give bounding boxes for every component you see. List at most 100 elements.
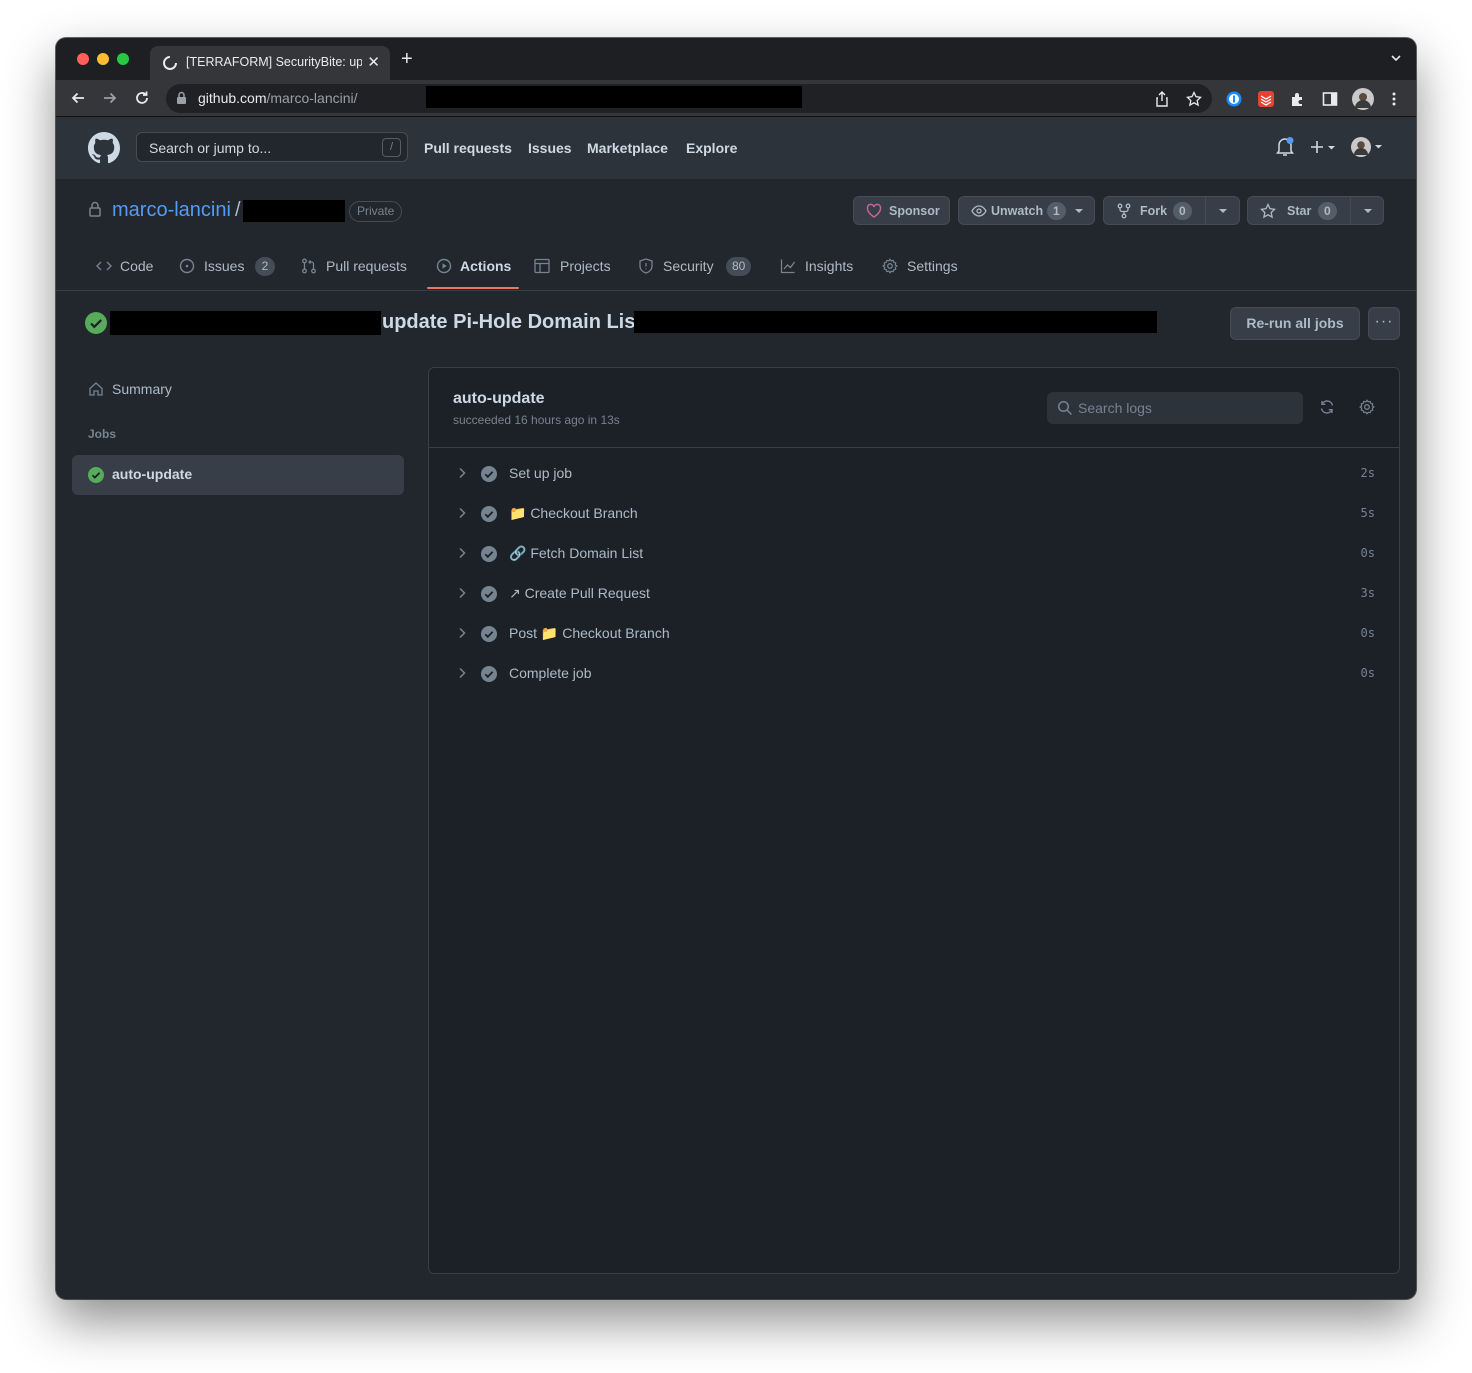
step-duration: 0s	[1360, 626, 1375, 640]
chevron-right-icon[interactable]	[457, 667, 467, 679]
back-arrow-icon[interactable]	[69, 89, 87, 107]
sidebar-item-summary[interactable]: Summary	[72, 374, 404, 406]
log-settings-gear-icon[interactable]	[1359, 399, 1375, 415]
nav-issues[interactable]: Issues	[528, 140, 572, 156]
maximize-window-button[interactable]	[117, 53, 129, 65]
tab-issues[interactable]: Issues 2	[179, 254, 279, 292]
share-icon[interactable]	[1155, 91, 1169, 107]
search-icon	[1057, 400, 1073, 416]
step-check-circle-icon	[481, 466, 497, 482]
fork-button-divider	[1205, 197, 1206, 224]
tab-security[interactable]: Security 80	[638, 254, 763, 292]
star-dropdown-caret-icon[interactable]	[1364, 209, 1372, 213]
sponsor-button[interactable]: Sponsor	[853, 196, 950, 225]
tab-issues-count: 2	[255, 257, 275, 276]
job-step-row[interactable]: ↗ Create Pull Request 3s	[429, 574, 1399, 614]
chevron-right-icon[interactable]	[457, 627, 467, 639]
password-manager-extension-icon[interactable]	[1226, 91, 1242, 107]
job-log-panel: auto-update succeeded 16 hours ago in 13…	[428, 367, 1400, 1274]
chevron-right-icon[interactable]	[457, 587, 467, 599]
issue-icon	[179, 258, 195, 274]
fork-dropdown-caret-icon[interactable]	[1219, 209, 1227, 213]
watch-count: 1	[1047, 202, 1066, 220]
global-search-input[interactable]: Search or jump to... /	[136, 132, 408, 162]
profile-avatar-icon[interactable]	[1352, 88, 1374, 110]
user-avatar-menu-icon[interactable]	[1350, 136, 1386, 158]
sidebar-item-job[interactable]: auto-update	[72, 455, 404, 495]
step-check-circle-icon	[481, 666, 497, 682]
notifications-bell-icon[interactable]	[1276, 137, 1294, 157]
tab-projects[interactable]: Projects	[534, 254, 624, 292]
browser-tab[interactable]: [TERRAFORM] SecurityBite: up ✕	[150, 46, 390, 80]
forward-arrow-icon[interactable]	[101, 89, 119, 107]
todo-extension-icon[interactable]	[1258, 91, 1274, 107]
github-logo-icon[interactable]	[88, 132, 120, 164]
star-button[interactable]: Star 0	[1247, 196, 1384, 225]
tab-settings[interactable]: Settings	[882, 254, 967, 292]
tab-pull-requests[interactable]: Pull requests	[301, 254, 421, 292]
star-button-divider	[1350, 197, 1351, 224]
rerun-all-jobs-button[interactable]: Re-run all jobs	[1230, 307, 1360, 340]
github-header: Search or jump to... / Pull requests Iss…	[56, 117, 1416, 179]
tab-search-chevron-icon[interactable]	[1390, 52, 1402, 64]
chevron-right-icon[interactable]	[457, 547, 467, 559]
repo-owner-link[interactable]: marco-lancini	[112, 199, 231, 222]
close-window-button[interactable]	[77, 53, 89, 65]
side-panel-icon[interactable]	[1322, 91, 1338, 107]
tab-close-icon[interactable]: ✕	[367, 53, 380, 71]
job-step-row[interactable]: Post 📁 Checkout Branch 0s	[429, 614, 1399, 654]
job-step-row[interactable]: 🔗 Fetch Domain List 0s	[429, 534, 1399, 574]
step-name: ↗ Create Pull Request	[509, 585, 650, 601]
tab-code[interactable]: Code	[96, 254, 176, 292]
new-tab-button[interactable]: +	[401, 49, 413, 69]
nav-marketplace[interactable]: Marketplace	[587, 140, 668, 156]
create-new-plus-icon[interactable]	[1310, 140, 1338, 154]
nav-explore[interactable]: Explore	[686, 140, 737, 156]
redacted-block	[426, 86, 802, 108]
star-count: 0	[1318, 202, 1337, 220]
shield-icon	[639, 258, 653, 274]
step-name: Set up job	[509, 465, 573, 481]
tab-projects-label: Projects	[560, 258, 611, 274]
job-step-row[interactable]: Set up job 2s	[429, 454, 1399, 494]
minimize-window-button[interactable]	[97, 53, 109, 65]
job-step-row[interactable]: 📁 Checkout Branch 5s	[429, 494, 1399, 534]
chevron-right-icon[interactable]	[457, 507, 467, 519]
search-logs-input[interactable]	[1078, 397, 1288, 419]
sidebar-jobs-header: Jobs	[88, 427, 117, 441]
search-shortcut-key: /	[382, 138, 401, 157]
tab-insights[interactable]: Insights	[780, 254, 865, 292]
code-icon	[96, 261, 112, 271]
sidebar-job-label: auto-update	[112, 466, 193, 482]
watch-dropdown-caret-icon[interactable]	[1075, 209, 1083, 213]
more-options-kebab-icon[interactable]: ···	[1368, 307, 1400, 340]
visibility-badge: Private	[349, 201, 403, 222]
url-text: github.com/marco-lancini/	[198, 90, 358, 106]
job-header: auto-update succeeded 16 hours ago in 13…	[429, 368, 1399, 448]
step-duration: 5s	[1360, 506, 1375, 520]
lock-icon[interactable]	[176, 91, 187, 105]
repo-header: marco-lancini / Private Sponsor Unwatch …	[56, 179, 1416, 291]
step-duration: 0s	[1360, 546, 1375, 560]
active-tab-indicator	[427, 287, 519, 289]
reload-icon[interactable]	[133, 89, 151, 107]
redacted-run-suffix	[634, 311, 1157, 333]
watch-button[interactable]: Unwatch 1	[958, 196, 1095, 225]
private-lock-icon	[89, 201, 101, 217]
nav-pull-requests[interactable]: Pull requests	[424, 140, 512, 156]
job-step-row[interactable]: Complete job 0s	[429, 654, 1399, 694]
refresh-icon[interactable]	[1319, 399, 1335, 415]
watch-label: Unwatch	[991, 204, 1044, 218]
browser-menu-icon[interactable]	[1386, 91, 1402, 107]
fork-button[interactable]: Fork 0	[1103, 196, 1240, 225]
star-label: Star	[1287, 204, 1312, 218]
step-check-circle-icon	[481, 506, 497, 522]
play-icon	[436, 258, 452, 274]
chevron-right-icon[interactable]	[457, 467, 467, 479]
search-logs-field[interactable]	[1047, 392, 1303, 424]
step-check-circle-icon	[481, 626, 497, 642]
heart-icon	[866, 203, 882, 218]
extensions-puzzle-icon[interactable]	[1290, 91, 1306, 107]
bookmark-star-icon[interactable]	[1186, 91, 1202, 107]
address-bar[interactable]: github.com/marco-lancini/	[166, 84, 1212, 113]
